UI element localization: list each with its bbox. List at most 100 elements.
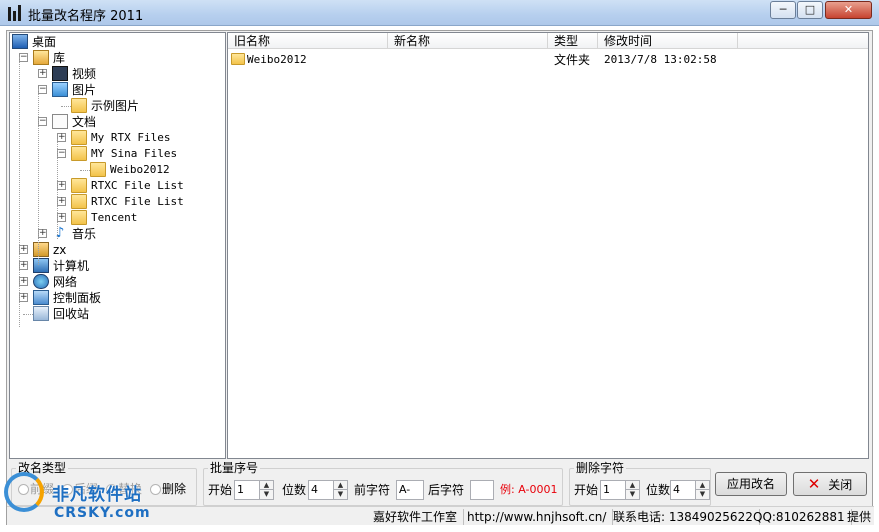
control-panel-icon — [33, 290, 49, 305]
tree-item-label: 库 — [53, 51, 66, 65]
tree-item[interactable]: − MY Sina Files — [10, 146, 225, 162]
tree-guide-line — [19, 57, 20, 327]
tree-item-label: 文档 — [72, 115, 97, 129]
tree-item[interactable]: + ♪ 音乐 — [10, 226, 225, 242]
watermark-ring-icon — [4, 472, 44, 512]
batch-start-label: 开始 — [208, 483, 233, 497]
tree-item[interactable]: − 文档 — [10, 114, 225, 130]
tree-item[interactable]: + My RTX Files — [10, 130, 225, 146]
folder-icon — [231, 53, 245, 65]
column-type[interactable]: 类型 — [548, 33, 598, 49]
tree-item[interactable]: + RTXC File List — [10, 178, 225, 194]
tree-guide-line — [57, 139, 58, 239]
column-new-name[interactable]: 新名称 — [388, 33, 548, 49]
column-modified[interactable]: 修改时间 — [598, 33, 738, 49]
batch-start-stepper[interactable]: 1 ▲ ▼ — [234, 480, 274, 500]
example-text: 例: A-0001 — [500, 483, 558, 496]
spin-down-icon[interactable]: ▼ — [695, 490, 709, 499]
expand-icon[interactable]: + — [19, 277, 28, 286]
expand-icon[interactable]: + — [57, 213, 66, 222]
title-bar[interactable]: 批量改名程序 2011 ─ □ ✕ — [0, 0, 879, 26]
suffix-input[interactable] — [470, 480, 494, 500]
status-studio: 嘉好软件工作室 — [367, 509, 465, 525]
expand-icon[interactable]: + — [19, 293, 28, 302]
expand-icon[interactable]: + — [38, 69, 47, 78]
delete-digits-stepper[interactable]: 4 ▲ ▼ — [670, 480, 710, 500]
watermark-logo: 非凡软件站 CRSKY.com — [0, 466, 170, 532]
close-x-icon: ✕ — [807, 475, 821, 493]
tree-item[interactable]: + Tencent — [10, 210, 225, 226]
minimize-button[interactable]: ─ — [770, 1, 796, 19]
collapse-icon[interactable]: − — [38, 117, 47, 126]
file-list[interactable]: 旧名称 新名称 类型 修改时间 Weibo2012 文件夹 2013/7/8 1… — [227, 32, 869, 459]
expand-icon[interactable]: + — [19, 245, 28, 254]
tree-item[interactable]: + 控制面板 — [10, 290, 225, 306]
tree-connector — [23, 314, 33, 315]
tree-item[interactable]: − 库 — [10, 50, 225, 66]
tree-item-label: 控制面板 — [53, 291, 102, 305]
expand-icon[interactable]: + — [57, 197, 66, 206]
video-library-icon — [52, 66, 68, 81]
tree-item[interactable]: + zx — [10, 242, 225, 258]
watermark-en: CRSKY.com — [54, 505, 151, 521]
delete-start-stepper[interactable]: 1 ▲ ▼ — [600, 480, 640, 500]
watermark-cn: 非凡软件站 — [52, 485, 142, 505]
row-type: 文件夹 — [554, 53, 591, 67]
tree-item-label: 计算机 — [53, 259, 90, 273]
pictures-library-icon — [52, 82, 68, 97]
tree-item[interactable]: Weibo2012 — [10, 162, 225, 178]
folder-icon — [71, 178, 87, 193]
folder-tree[interactable]: 桌面 − 库 + 视频 − 图片 示例图片 − 文档 + My RTX Files − MY Sina F… — [9, 32, 226, 459]
expand-icon[interactable]: + — [19, 261, 28, 270]
column-old-name[interactable]: 旧名称 — [228, 33, 388, 49]
collapse-icon[interactable]: − — [57, 149, 66, 158]
expand-icon[interactable]: + — [57, 181, 66, 190]
tree-connector — [61, 106, 71, 107]
row-old-name: Weibo2012 — [247, 53, 307, 66]
tree-connector — [80, 170, 90, 171]
folder-icon — [71, 146, 87, 161]
spin-down-icon[interactable]: ▼ — [333, 490, 347, 499]
network-icon — [33, 274, 49, 289]
spin-down-icon[interactable]: ▼ — [625, 490, 639, 499]
close-button[interactable]: ✕ 关闭 — [793, 472, 867, 496]
apply-rename-button[interactable]: 应用改名 — [715, 472, 787, 496]
tree-item-label: RTXC File List — [91, 195, 184, 208]
tree-item[interactable]: + RTXC File List — [10, 194, 225, 210]
tree-item[interactable]: 回收站 — [10, 306, 225, 322]
tree-item[interactable]: 桌面 — [10, 34, 225, 50]
spin-down-icon[interactable]: ▼ — [259, 490, 273, 499]
tree-item[interactable]: 示例图片 — [10, 98, 225, 114]
row-modified: 2013/7/8 13:02:58 — [604, 53, 717, 66]
spin-up-icon[interactable]: ▲ — [333, 481, 347, 490]
batch-digits-stepper[interactable]: 4 ▲ ▼ — [308, 480, 348, 500]
status-url[interactable]: http://www.hnjhsoft.cn/ — [461, 509, 614, 525]
tree-item[interactable]: + 视频 — [10, 66, 225, 82]
batch-digits-label: 位数 — [282, 483, 307, 497]
tree-item-label: 示例图片 — [91, 99, 140, 113]
list-header: 旧名称 新名称 类型 修改时间 — [228, 33, 868, 49]
maximize-button[interactable]: □ — [797, 1, 823, 19]
spin-up-icon[interactable]: ▲ — [259, 481, 273, 490]
desktop-icon — [12, 34, 28, 49]
folder-icon — [90, 162, 106, 177]
tree-item-label: Weibo2012 — [110, 163, 170, 176]
list-row[interactable]: Weibo2012 文件夹 2013/7/8 13:02:58 — [228, 51, 868, 68]
tree-item[interactable]: − 图片 — [10, 82, 225, 98]
expand-icon[interactable]: + — [57, 133, 66, 142]
expand-icon[interactable]: + — [38, 229, 47, 238]
collapse-icon[interactable]: − — [38, 85, 47, 94]
prefix-input[interactable]: A- — [396, 480, 424, 500]
close-window-button[interactable]: ✕ — [825, 1, 872, 19]
tree-item-label: 音乐 — [72, 227, 97, 241]
tree-item[interactable]: + 网络 — [10, 274, 225, 290]
tree-item-label: My RTX Files — [91, 131, 171, 144]
folder-icon — [71, 130, 87, 145]
tree-item[interactable]: + 计算机 — [10, 258, 225, 274]
spin-up-icon[interactable]: ▲ — [625, 481, 639, 490]
user-folder-icon — [33, 242, 49, 257]
tree-item-label: zx — [53, 243, 67, 257]
spin-up-icon[interactable]: ▲ — [695, 481, 709, 490]
collapse-icon[interactable]: − — [19, 53, 28, 62]
recycle-bin-icon — [33, 306, 49, 321]
